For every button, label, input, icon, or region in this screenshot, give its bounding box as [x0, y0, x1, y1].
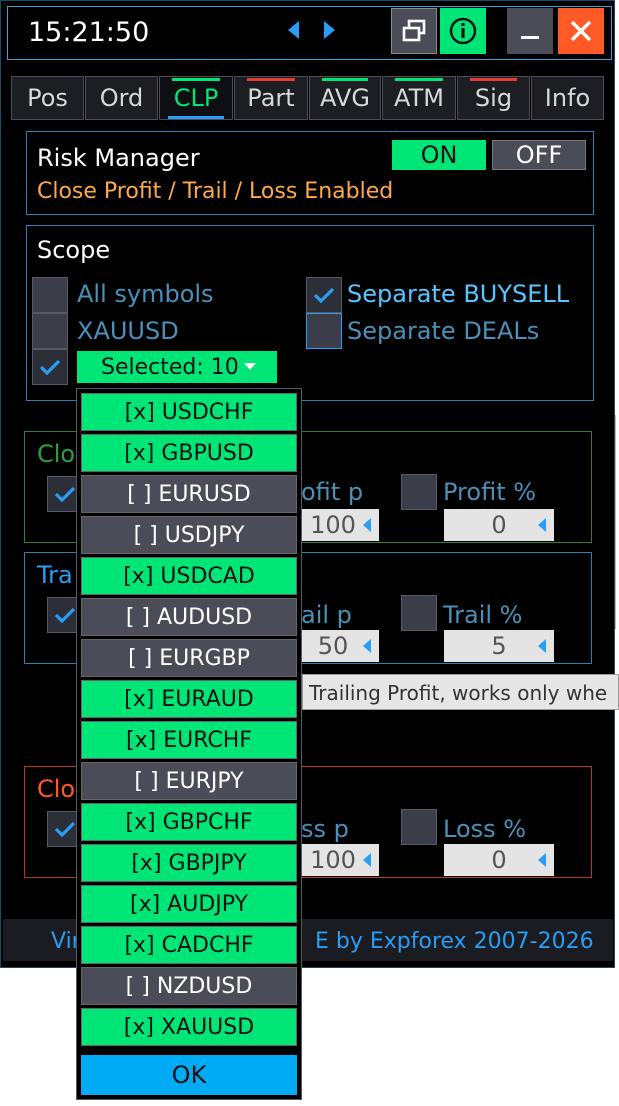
spin-arrow-icon[interactable]	[538, 518, 546, 532]
separate-buysell-checkbox[interactable]	[306, 277, 342, 313]
symbol-option[interactable]: [x] EURCHF	[81, 721, 297, 759]
spin-arrow-icon[interactable]	[363, 853, 371, 867]
tooltip: Trailing Profit, works only whe	[302, 674, 619, 710]
symbol-option[interactable]: [ ] EURUSD	[81, 475, 297, 513]
symbol-option[interactable]: [x] EURAUD	[81, 680, 297, 718]
symbol-option[interactable]: [x] GBPUSD	[81, 434, 297, 472]
close-loss-percent-input[interactable]: 0	[444, 844, 554, 876]
tab-clp[interactable]: CLP	[159, 76, 233, 120]
title-bar: 15:21:50	[7, 6, 612, 60]
chevron-left-icon[interactable]	[288, 21, 299, 39]
trail-percent-checkbox[interactable]	[401, 595, 437, 631]
close-profit-title: Clo	[37, 440, 76, 468]
close-loss-points-label: ss p	[301, 815, 349, 843]
tab-info[interactable]: Info	[531, 76, 604, 120]
info-button[interactable]	[440, 8, 486, 54]
tab-avg[interactable]: AVG	[309, 76, 381, 120]
close-profit-percent-input[interactable]: 0	[444, 509, 554, 541]
tab-ord[interactable]: Ord	[85, 76, 158, 120]
symbol-option[interactable]: [ ] USDJPY	[81, 516, 297, 554]
symbol-option[interactable]: [ ] AUDUSD	[81, 598, 297, 636]
symbol-checkbox[interactable]	[32, 313, 68, 349]
spin-arrow-icon[interactable]	[363, 639, 371, 653]
restore-button[interactable]	[391, 8, 437, 54]
symbol-option[interactable]: [ ] EURJPY	[81, 762, 297, 800]
tab-status-mark	[322, 78, 368, 81]
tab-status-mark	[172, 78, 220, 81]
ok-button[interactable]: OK	[81, 1055, 297, 1095]
checkmark-icon	[54, 486, 76, 503]
close-loss-title: Clo	[37, 775, 76, 803]
checkmark-icon	[313, 287, 335, 304]
close-profit-points-label: ofit p	[301, 478, 364, 506]
separate-deals-checkbox[interactable]	[306, 313, 342, 349]
tab-part[interactable]: Part	[234, 76, 308, 120]
symbol-option[interactable]: [x] CADCHF	[81, 926, 297, 964]
on-button[interactable]: ON	[392, 140, 486, 170]
chevron-down-icon	[243, 363, 256, 370]
risk-status-text: Close Profit / Trail / Loss Enabled	[37, 179, 394, 204]
symbol-option[interactable]: [x] GBPJPY	[81, 844, 297, 882]
tab-active-underline	[168, 116, 224, 119]
tab-status-mark	[470, 78, 517, 81]
clock: 15:21:50	[28, 17, 150, 48]
tab-pos[interactable]: Pos	[11, 76, 84, 120]
symbol-option[interactable]: [x] USDCHF	[81, 393, 297, 431]
trail-percent-input[interactable]: 5	[444, 630, 554, 662]
selected-symbols-checkbox[interactable]	[32, 349, 68, 385]
trail-percent-label: Trail %	[443, 601, 523, 629]
symbol-option[interactable]: [ ] NZDUSD	[81, 967, 297, 1005]
checkmark-icon	[39, 359, 61, 376]
close-loss-percent-label: Loss %	[443, 815, 527, 843]
close-profit-percent-label: Profit %	[443, 478, 537, 506]
close-loss-percent-checkbox[interactable]	[401, 809, 437, 845]
separate-buysell-label: Separate BUYSELL	[347, 280, 570, 308]
all-symbols-label: All symbols	[77, 280, 214, 308]
scope-section: Scope All symbols Separate BUYSELL XAUUS…	[26, 225, 594, 401]
spin-arrow-icon[interactable]	[538, 639, 546, 653]
restore-window-icon	[402, 19, 426, 42]
symbol-option[interactable]: [x] AUDJPY	[81, 885, 297, 923]
symbol-option[interactable]: [x] XAUUSD	[81, 1008, 297, 1046]
symbol-label: XAUUSD	[77, 317, 179, 345]
symbol-option[interactable]: [x] GBPCHF	[81, 803, 297, 841]
symbol-option[interactable]: [ ] EURGBP	[81, 639, 297, 677]
trail-title: Tra	[37, 561, 73, 589]
spin-arrow-icon[interactable]	[538, 853, 546, 867]
risk-manager-title: Risk Manager	[37, 144, 200, 172]
tab-status-mark	[247, 78, 295, 81]
checkmark-icon	[54, 821, 76, 838]
risk-manager-section: Risk Manager ON OFF Close Profit / Trail…	[26, 131, 594, 215]
tab-sig[interactable]: Sig	[457, 76, 530, 120]
tab-status-mark	[395, 78, 443, 81]
symbols-select[interactable]: Selected: 10	[77, 351, 277, 383]
minimize-button[interactable]	[507, 8, 553, 54]
spin-arrow-icon[interactable]	[363, 518, 371, 532]
minimize-icon	[521, 36, 539, 39]
all-symbols-checkbox[interactable]	[32, 277, 68, 313]
symbols-dropdown: [x] USDCHF [x] GBPUSD[ ] EURUSD[ ] USDJPY…	[76, 388, 302, 1100]
close-profit-percent-checkbox[interactable]	[401, 474, 437, 510]
symbol-option[interactable]: [x] USDCAD	[81, 557, 297, 595]
checkmark-icon	[54, 607, 76, 624]
off-button[interactable]: OFF	[492, 140, 586, 170]
window-edge	[615, 415, 619, 629]
footer-right-text: E by Expforex 2007-2026	[315, 929, 594, 954]
close-icon	[570, 20, 592, 42]
info-icon	[449, 17, 477, 45]
scope-title: Scope	[37, 236, 111, 264]
separate-deals-label: Separate DEALs	[347, 317, 540, 345]
close-button[interactable]	[558, 8, 604, 54]
chevron-right-icon[interactable]	[324, 21, 335, 39]
tab-atm[interactable]: ATM	[382, 76, 456, 120]
trail-points-label: ail p	[301, 601, 352, 629]
